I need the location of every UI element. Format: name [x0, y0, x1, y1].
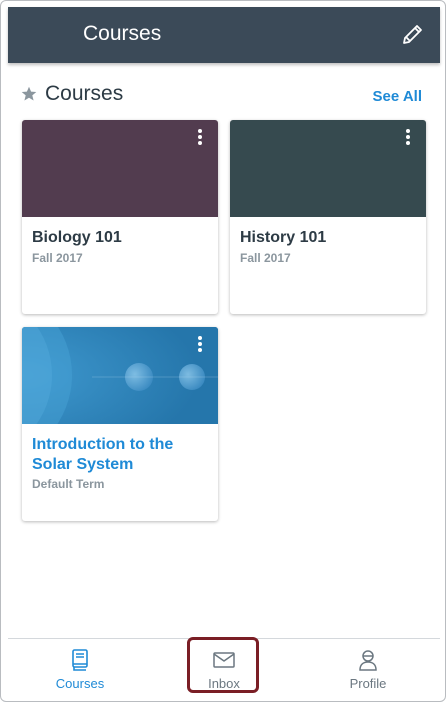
course-term: Default Term: [32, 477, 105, 491]
course-card-banner: [230, 120, 426, 217]
course-card-history[interactable]: History 101 Fall 2017: [230, 120, 426, 314]
inbox-highlight-box: [187, 637, 259, 693]
edit-button[interactable]: [400, 21, 426, 47]
tab-label: Courses: [55, 676, 105, 691]
course-card-solar-system[interactable]: Introduction to the Solar System Default…: [22, 327, 218, 521]
course-card-banner: [22, 327, 218, 454]
course-card-biology[interactable]: Biology 101 Fall 2017: [22, 120, 218, 314]
page-title: Courses: [83, 22, 162, 45]
more-options-icon[interactable]: [196, 129, 204, 149]
book-icon: [72, 649, 88, 671]
course-title: Introduction to the Solar System: [32, 436, 174, 473]
solar-system-image: [22, 327, 218, 454]
course-title: Biology 101: [32, 229, 122, 246]
course-title: History 101: [240, 229, 327, 246]
pencil-icon: [403, 25, 422, 44]
more-options-icon[interactable]: [196, 336, 204, 356]
tab-label: Profile: [349, 676, 387, 691]
app-header: Courses: [8, 7, 440, 63]
tab-profile[interactable]: Profile: [296, 639, 440, 697]
see-all-link[interactable]: See All: [373, 88, 422, 105]
tab-courses[interactable]: Courses: [8, 639, 152, 697]
user-icon: [359, 650, 377, 671]
more-options-icon[interactable]: [404, 129, 412, 149]
app-frame: Courses Courses See All Biology 101 Fall…: [0, 0, 446, 702]
course-term: Fall 2017: [240, 251, 291, 265]
section-title: Courses: [45, 82, 124, 105]
course-card-banner: [22, 120, 218, 217]
course-term: Fall 2017: [32, 251, 83, 265]
star-icon[interactable]: [21, 86, 37, 102]
courses-section-header: Courses See All: [8, 79, 440, 113]
